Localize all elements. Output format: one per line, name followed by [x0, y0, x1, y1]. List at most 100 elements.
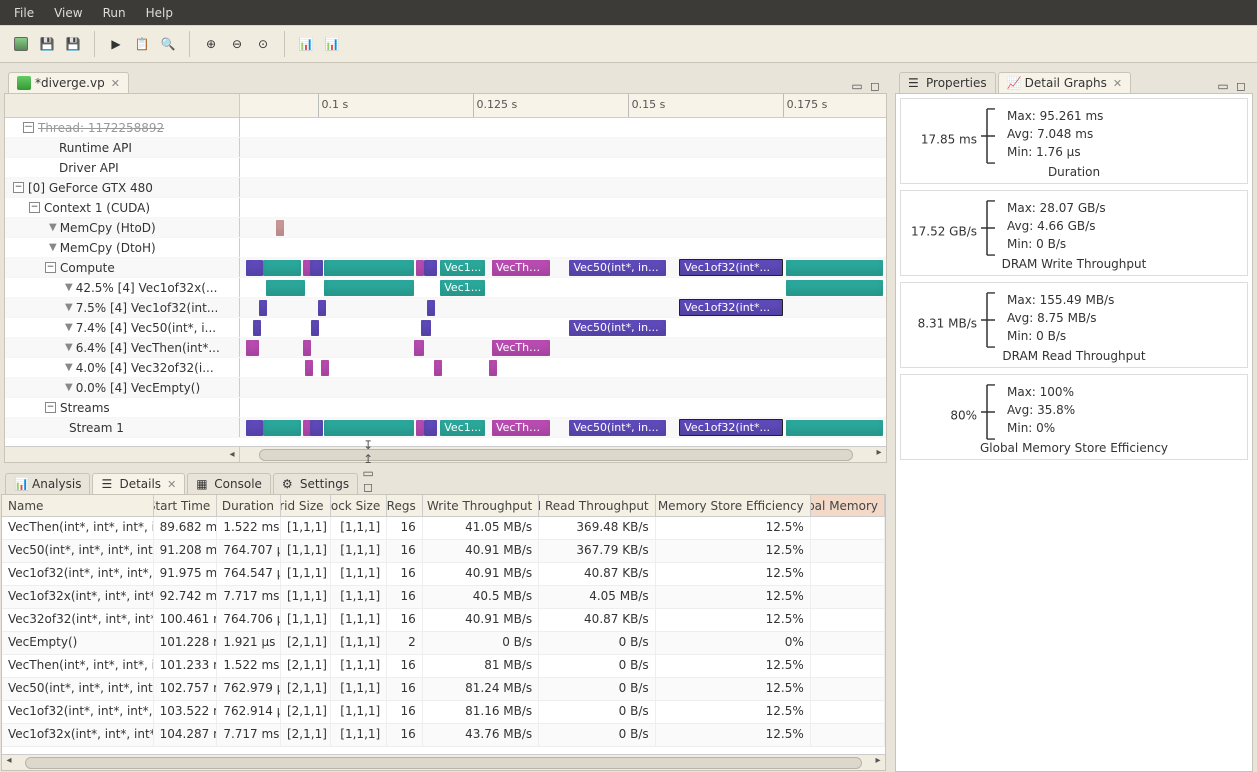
tree-kernel[interactable]: 7.4% [4] Vec50(int*, i...	[76, 321, 216, 335]
detail-graphs-pane[interactable]: 17.85 msMax: 95.261 msAvg: 7.048 msMin: …	[895, 93, 1253, 772]
scroll-left-icon[interactable]: ◂	[2, 755, 16, 770]
column-header-grid[interactable]: Grid Size	[281, 495, 331, 516]
scrollbar-thumb[interactable]	[25, 757, 863, 769]
close-icon[interactable]: ✕	[1113, 77, 1122, 90]
column-header-dramr[interactable]: DRAM Read Throughput	[539, 495, 655, 516]
tab-properties[interactable]: ☰Properties	[899, 72, 996, 93]
graph-card[interactable]: 17.85 msMax: 95.261 msAvg: 7.048 msMin: …	[900, 98, 1248, 184]
table-row[interactable]: Vec1of32(int*, int*, int*, int)103.522 m…	[2, 701, 885, 724]
collapse-icon[interactable]: −	[29, 202, 40, 213]
scroll-right-icon[interactable]: ▸	[872, 447, 886, 462]
chart2-icon[interactable]: 📊	[321, 33, 343, 55]
filter-icon[interactable]: ▼	[65, 282, 73, 293]
tree-kernel[interactable]: 0.0% [4] VecEmpty()	[76, 381, 200, 395]
column-header-gm[interactable]: Global Memory	[811, 495, 885, 516]
tree-stream1[interactable]: Stream 1	[69, 421, 124, 435]
tree-memcpy-dtoh[interactable]: MemCpy (DtoH)	[60, 241, 156, 255]
scroll-left-icon[interactable]: ◂	[225, 449, 239, 460]
table-row[interactable]: Vec32of32(int*, int*, int*, int)100.461 …	[2, 609, 885, 632]
timeline-ruler[interactable]: 0.1 s 0.125 s 0.15 s 0.175 s	[5, 94, 886, 118]
minimize-icon[interactable]: ▭	[360, 466, 376, 480]
graph-card[interactable]: 80%Max: 100%Avg: 35.8%Min: 0%Global Memo…	[900, 374, 1248, 460]
menu-help[interactable]: Help	[136, 2, 183, 24]
column-header-dramw[interactable]: DRAM Write Throughput	[423, 495, 539, 516]
close-icon[interactable]: ✕	[167, 478, 176, 491]
menu-run[interactable]: Run	[93, 2, 136, 24]
search-icon[interactable]: 🔍	[157, 33, 179, 55]
table-row[interactable]: Vec1of32(int*, int*, int*, int)91.975 ms…	[2, 563, 885, 586]
minimize-icon[interactable]: ▭	[849, 79, 865, 93]
zoom-fit-icon[interactable]: ⊙	[252, 33, 274, 55]
table-row[interactable]: Vec1of32x(int*, int*, int*, int)92.742 m…	[2, 586, 885, 609]
tree-device[interactable]: [0] GeForce GTX 480	[28, 181, 153, 195]
details-table-header[interactable]: NameStart TimeDurationGrid SizeBlock Siz…	[2, 495, 885, 517]
filter-icon[interactable]: ▼	[49, 222, 57, 233]
compute-track[interactable]: Vec1... VecThen(... Vec50(int*, in... Ve…	[240, 258, 886, 277]
collapse-icon[interactable]: −	[45, 262, 56, 273]
details-table-body[interactable]: VecThen(int*, int*, int*, int)89.682 ms1…	[2, 517, 885, 754]
filter-icon[interactable]: ▼	[65, 322, 73, 333]
scrollbar-thumb[interactable]	[259, 449, 853, 461]
copy-icon[interactable]: 📋	[131, 33, 153, 55]
filter-icon[interactable]: ▼	[65, 382, 73, 393]
collapse-icon[interactable]: −	[13, 182, 24, 193]
maximize-icon[interactable]: ◻	[1233, 79, 1249, 93]
column-header-name[interactable]: Name	[2, 495, 154, 516]
maximize-icon[interactable]: ◻	[867, 79, 883, 93]
new-session-icon[interactable]	[10, 33, 32, 55]
chart-icon[interactable]: 📊	[295, 33, 317, 55]
graph-card[interactable]: 17.52 GB/sMax: 28.07 GB/sAvg: 4.66 GB/sM…	[900, 190, 1248, 276]
graph-card[interactable]: 8.31 MB/sMax: 155.49 MB/sAvg: 8.75 MB/sM…	[900, 282, 1248, 368]
table-row[interactable]: Vec50(int*, int*, int*, int)91.208 ms764…	[2, 540, 885, 563]
table-row[interactable]: VecThen(int*, int*, int*, int)101.233 ms…	[2, 655, 885, 678]
tab-detail-graphs[interactable]: 📈Detail Graphs✕	[998, 72, 1131, 93]
timeline-rows[interactable]: −Thread: 1172258892 Runtime API Driver A…	[5, 118, 886, 446]
column-header-start[interactable]: Start Time	[154, 495, 218, 516]
table-row[interactable]: Vec50(int*, int*, int*, int)102.757 ms76…	[2, 678, 885, 701]
collapse-icon[interactable]: −	[23, 122, 34, 133]
tree-kernel[interactable]: 4.0% [4] Vec32of32(i...	[76, 361, 214, 375]
close-icon[interactable]: ✕	[111, 77, 120, 90]
filter-icon[interactable]: ▼	[65, 362, 73, 373]
tree-driver-api[interactable]: Driver API	[59, 161, 119, 175]
scroll-right-icon[interactable]: ▸	[871, 755, 885, 770]
tab-file[interactable]: *diverge.vp ✕	[8, 72, 129, 93]
column-header-dur[interactable]: Duration	[217, 495, 281, 516]
table-row[interactable]: VecThen(int*, int*, int*, int)89.682 ms1…	[2, 517, 885, 540]
tree-context[interactable]: Context 1 (CUDA)	[44, 201, 150, 215]
tree-streams[interactable]: Streams	[60, 401, 110, 415]
column-header-regs[interactable]: Regs	[387, 495, 423, 516]
tab-analysis[interactable]: 📊Analysis	[5, 473, 90, 494]
menu-file[interactable]: File	[4, 2, 44, 24]
filter-icon[interactable]: ▼	[65, 342, 73, 353]
tree-kernel[interactable]: 42.5% [4] Vec1of32x(...	[76, 281, 218, 295]
export-icon[interactable]: ↧	[360, 438, 376, 452]
menu-view[interactable]: View	[44, 2, 92, 24]
collapse-icon[interactable]: −	[45, 402, 56, 413]
minimize-icon[interactable]: ▭	[1215, 79, 1231, 93]
filter-icon[interactable]: ▼	[65, 302, 73, 313]
table-row[interactable]: VecEmpty()101.228 ms1.921 µs[2,1,1][1,1,…	[2, 632, 885, 655]
details-hscroll[interactable]: ◂ ▸	[2, 754, 885, 770]
tree-kernel[interactable]: 6.4% [4] VecThen(int*...	[76, 341, 220, 355]
tree-runtime-api[interactable]: Runtime API	[59, 141, 132, 155]
tree-kernel[interactable]: 7.5% [4] Vec1of32(int...	[76, 301, 219, 315]
zoom-in-icon[interactable]: ⊕	[200, 33, 222, 55]
table-row[interactable]: Vec1of32x(int*, int*, int*, int)104.287 …	[2, 724, 885, 747]
filter-icon[interactable]: ▼	[49, 242, 57, 253]
timeline-hscroll[interactable]: ◂ ▸	[5, 446, 886, 462]
tab-console[interactable]: ▦Console	[187, 473, 271, 494]
tab-details[interactable]: ☰Details✕	[92, 473, 185, 494]
save-icon[interactable]: 💾	[36, 33, 58, 55]
zoom-out-icon[interactable]: ⊖	[226, 33, 248, 55]
maximize-icon[interactable]: ◻	[360, 480, 376, 494]
column-header-block[interactable]: Block Size	[331, 495, 388, 516]
tree-compute[interactable]: Compute	[60, 261, 115, 275]
save-all-icon[interactable]: 💾	[62, 33, 84, 55]
tab-settings[interactable]: ⚙Settings	[273, 473, 358, 494]
run-icon[interactable]: ▶	[105, 33, 127, 55]
tree-memcpy-htod[interactable]: MemCpy (HtoD)	[60, 221, 156, 235]
import-icon[interactable]: ↥	[360, 452, 376, 466]
column-header-gmse[interactable]: Global Memory Store Efficiency	[656, 495, 811, 516]
stream-track[interactable]: Vec1... VecThen(... Vec50(int*, in... Ve…	[240, 418, 886, 437]
